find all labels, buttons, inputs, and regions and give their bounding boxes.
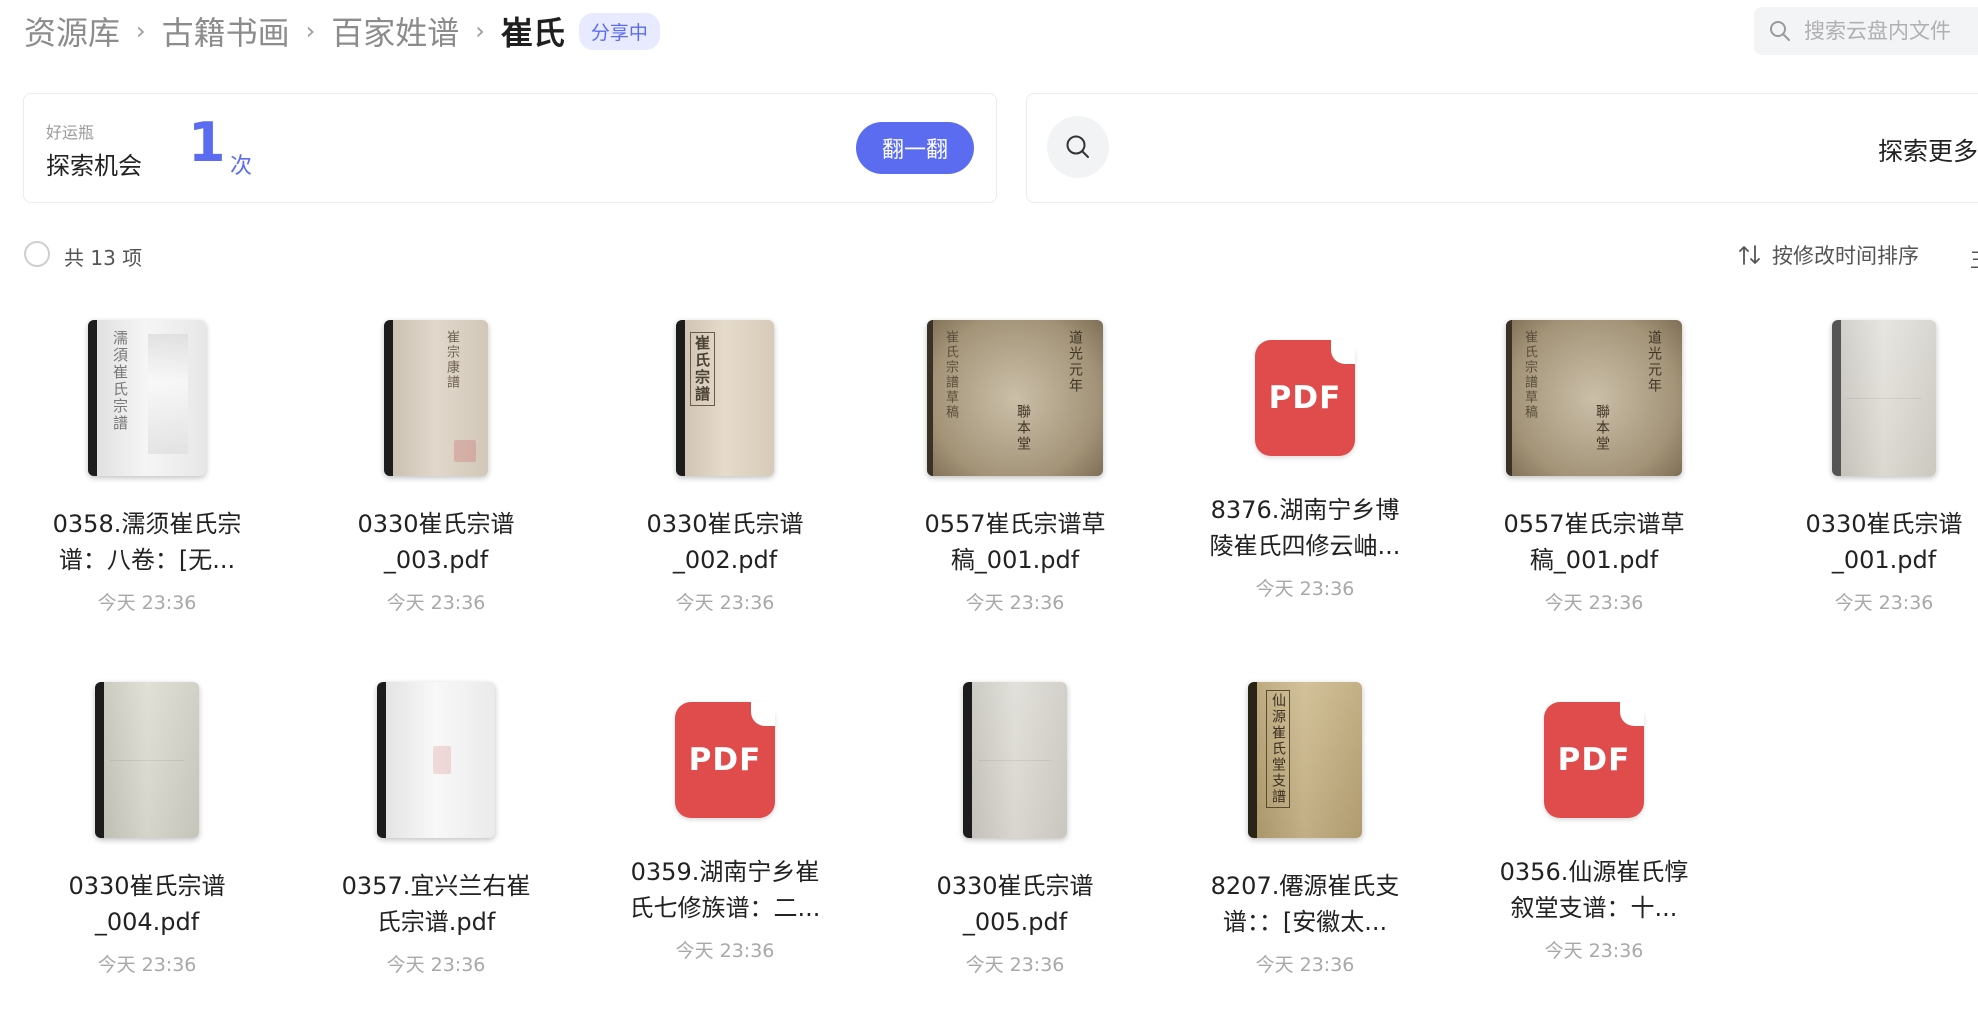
breadcrumb-separator: › (305, 17, 316, 45)
file-item[interactable]: 0330崔氏宗谱 _005.pdf 今天 23:36 (885, 662, 1145, 992)
file-time: 今天 23:36 (965, 592, 1065, 614)
pdf-icon: PDF (1544, 702, 1644, 818)
file-time: 今天 23:36 (965, 954, 1065, 976)
chance-count: 1 (188, 111, 226, 174)
file-time: 今天 23:36 (675, 592, 775, 614)
breadcrumb: 资源库 › 古籍书画 › 百家姓谱 › 崔氏 分享中 (24, 8, 660, 54)
sort-by-modified-button[interactable]: 按修改时间排序 (1738, 240, 1919, 270)
flip-button[interactable]: 翻一翻 (856, 122, 974, 174)
breadcrumb-current: 崔氏 (500, 14, 565, 52)
sharing-badge[interactable]: 分享中 (578, 12, 660, 50)
item-count: 共 13 项 (64, 246, 143, 270)
lucky-bottle-label: 好运瓶 (46, 123, 95, 142)
file-name: 0330崔氏宗谱 _001.pdf (1805, 510, 1963, 574)
sort-label: 按修改时间排序 (1772, 244, 1919, 268)
sort-icon (1738, 244, 1762, 266)
pdf-thumbnail: PDF (1464, 678, 1724, 842)
book-thumbnail (306, 678, 566, 842)
file-time: 今天 23:36 (1834, 592, 1934, 614)
file-item[interactable]: 崔宗康譜 0330崔氏宗谱 _003.pdf 今天 23:36 (306, 300, 566, 630)
book-thumbnail (885, 678, 1145, 842)
book-thumbnail: 崔宗康譜 (306, 316, 566, 480)
lucky-bottle-card: 好运瓶 探索机会 1 次 翻一翻 (23, 93, 997, 203)
view-toggle-button[interactable]: 王 (1970, 244, 1978, 273)
file-time: 今天 23:36 (97, 954, 197, 976)
file-item[interactable]: 崔氏宗譜草稿 道光元年 聯本堂 0557崔氏宗谱草 稿_001.pdf 今天 2… (885, 300, 1145, 630)
file-item[interactable]: PDF 8376.湖南宁乡博 陵崔氏四修云岫... 今天 23:36 (1175, 300, 1435, 630)
file-name: 0557崔氏宗谱草 稿_001.pdf (924, 510, 1106, 574)
book-thumbnail: 崔氏宗譜草稿 道光元年 聯本堂 (885, 316, 1145, 480)
search-input[interactable] (1802, 18, 1978, 44)
file-name: 0330崔氏宗谱 _002.pdf (646, 510, 804, 574)
file-time: 今天 23:36 (1544, 940, 1644, 962)
file-name: 0359.湖南宁乡崔 氏七修族谱：二... (629, 858, 821, 922)
file-time: 今天 23:36 (1544, 592, 1644, 614)
breadcrumb-separator: › (475, 17, 485, 45)
file-item[interactable]: 崔氏宗譜 0330崔氏宗谱 _002.pdf 今天 23:36 (595, 300, 855, 630)
book-thumbnail: 崔氏宗譜草稿 道光元年 聯本堂 (1464, 316, 1724, 480)
file-name: 0356.仙源崔氏惇 叙堂支谱：十... (1499, 858, 1689, 922)
file-name: 8376.湖南宁乡博 陵崔氏四修云岫... (1209, 496, 1401, 560)
book-thumbnail: 崔氏宗譜 (595, 316, 855, 480)
pdf-thumbnail: PDF (1175, 316, 1435, 480)
explore-more-link[interactable]: 探索更多 (1878, 132, 1978, 168)
file-item[interactable]: 0330崔氏宗谱 _001.pdf 今天 23:36 (1754, 300, 1978, 630)
explore-chance-title: 探索机会 (46, 152, 142, 180)
file-item[interactable]: 崔氏宗譜草稿 道光元年 聯本堂 0557崔氏宗谱草 稿_001.pdf 今天 2… (1464, 300, 1724, 630)
file-name: 0358.濡须崔氏宗 谱：八卷：[无... (52, 510, 242, 574)
book-thumbnail: 濡須崔氏宗譜 (17, 316, 277, 480)
file-item[interactable]: PDF 0359.湖南宁乡崔 氏七修族谱：二... 今天 23:36 (595, 662, 855, 992)
file-item[interactable]: 仙源崔氏堂支譜 8207.僊源崔氏支 谱：：[安徽太... 今天 23:36 (1175, 662, 1435, 992)
explore-search-icon (1047, 116, 1109, 178)
pdf-icon: PDF (675, 702, 775, 818)
file-name: 0330崔氏宗谱 _003.pdf (357, 510, 515, 574)
file-time: 今天 23:36 (97, 592, 197, 614)
book-thumbnail (1754, 316, 1978, 480)
book-thumbnail (17, 678, 277, 842)
file-name: 0557崔氏宗谱草 稿_001.pdf (1503, 510, 1685, 574)
file-name: 0330崔氏宗谱 _004.pdf (68, 872, 226, 936)
file-item[interactable]: PDF 0356.仙源崔氏惇 叙堂支谱：十... 今天 23:36 (1464, 662, 1724, 992)
file-item[interactable]: 濡須崔氏宗譜 0358.濡须崔氏宗 谱：八卷：[无... 今天 23:36 (17, 300, 277, 630)
file-time: 今天 23:36 (675, 940, 775, 962)
file-name: 0330崔氏宗谱 _005.pdf (936, 872, 1094, 936)
file-item[interactable]: 0330崔氏宗谱 _004.pdf 今天 23:36 (17, 662, 277, 992)
chance-unit: 次 (230, 154, 253, 179)
breadcrumb-item-ancient-books[interactable]: 古籍书画 (162, 8, 290, 54)
file-time: 今天 23:36 (1255, 954, 1355, 976)
pdf-icon: PDF (1255, 340, 1355, 456)
file-name: 8207.僊源崔氏支 谱：：[安徽太... (1210, 872, 1400, 936)
book-thumbnail: 仙源崔氏堂支譜 (1175, 678, 1435, 842)
breadcrumb-separator: › (136, 17, 146, 45)
select-all-checkbox[interactable] (24, 241, 50, 267)
file-time: 今天 23:36 (386, 592, 486, 614)
breadcrumb-item-surnames[interactable]: 百家姓谱 (331, 8, 459, 54)
search-icon (1766, 17, 1794, 45)
explore-card[interactable]: 探索更多 (1026, 93, 1978, 203)
file-time: 今天 23:36 (386, 954, 486, 976)
cloud-search-box[interactable] (1754, 7, 1978, 55)
breadcrumb-item-resource-library[interactable]: 资源库 (24, 8, 120, 54)
file-name: 0357.宜兴兰右崔 氏宗谱.pdf (341, 872, 531, 936)
pdf-thumbnail: PDF (595, 678, 855, 842)
file-time: 今天 23:36 (1255, 578, 1355, 600)
file-item[interactable]: 0357.宜兴兰右崔 氏宗谱.pdf 今天 23:36 (306, 662, 566, 992)
